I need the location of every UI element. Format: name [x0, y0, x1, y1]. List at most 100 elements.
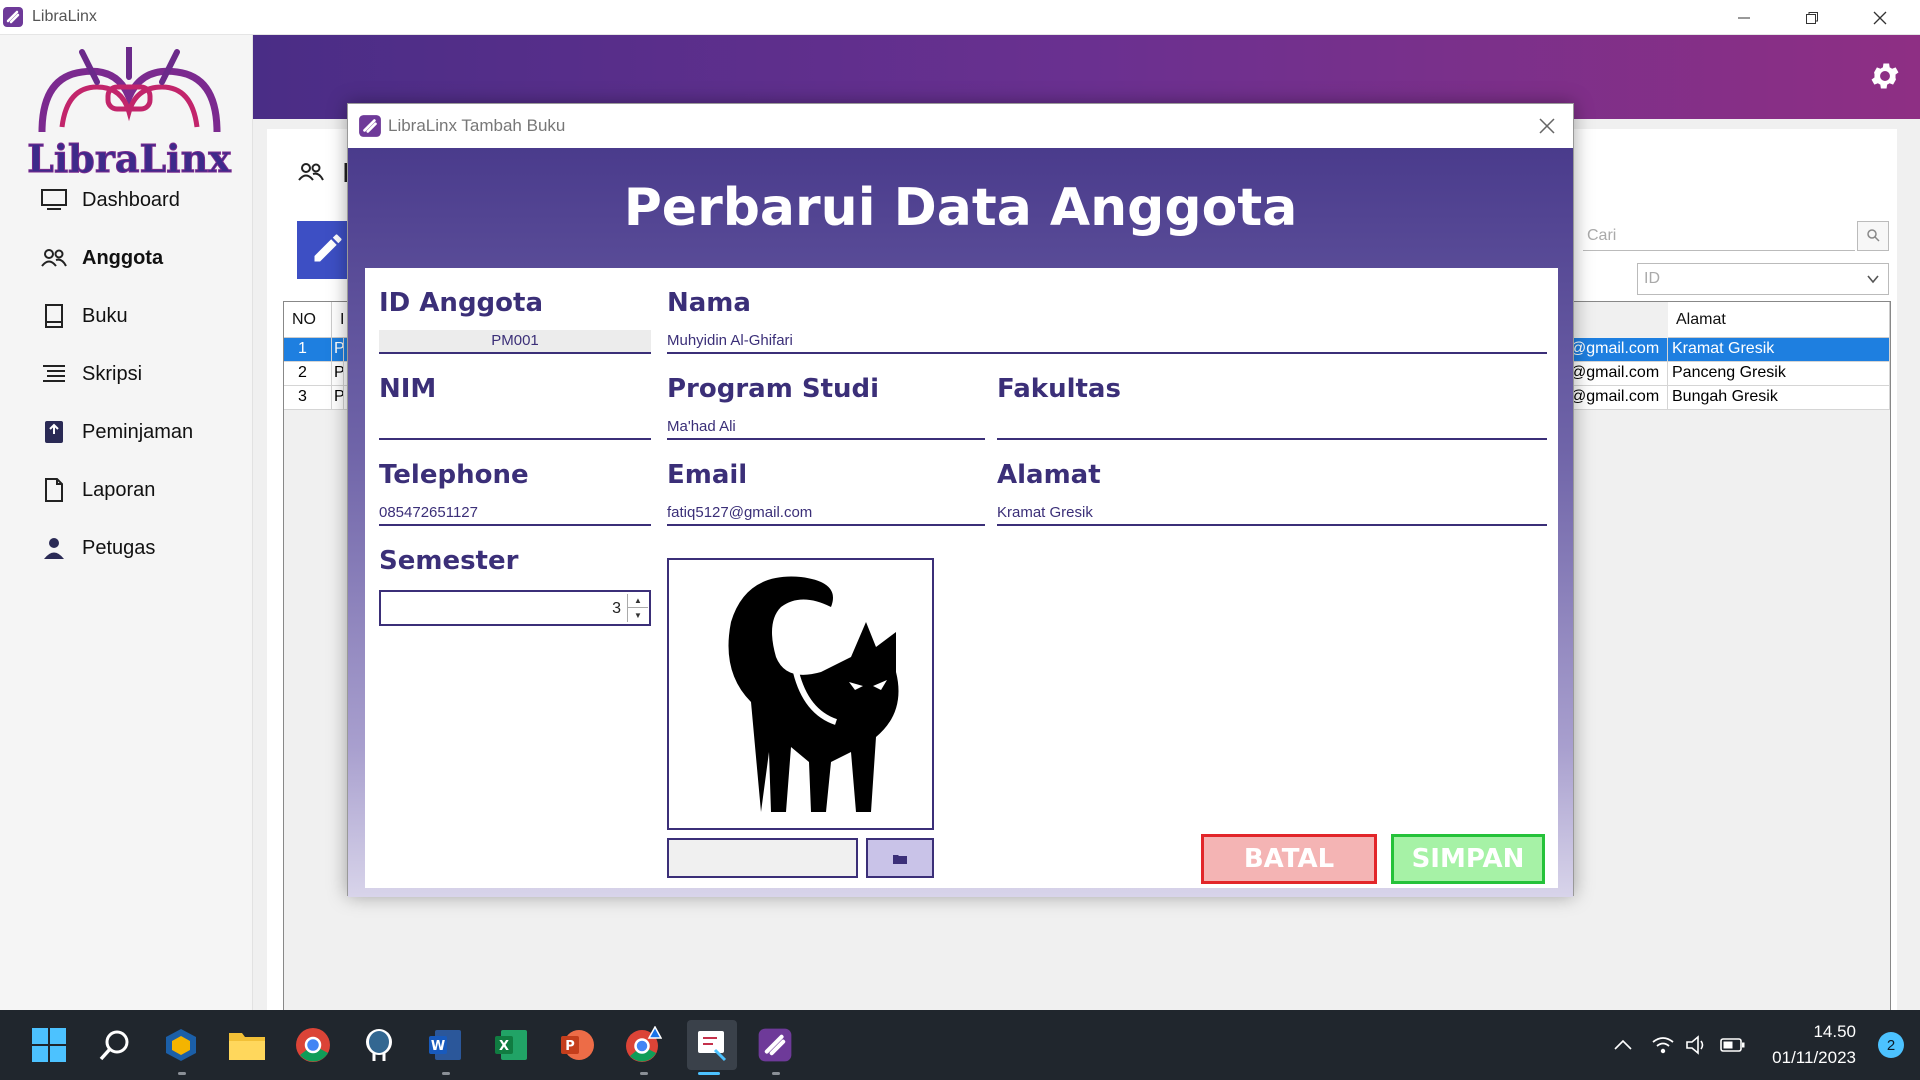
user-icon [40, 534, 68, 562]
chevron-up-icon[interactable] [1610, 1032, 1636, 1058]
word-icon[interactable]: W [423, 1023, 467, 1067]
telephone-field[interactable]: 085472651127 [379, 502, 651, 526]
search-button[interactable] [1857, 221, 1889, 251]
sidebar-item-dashboard[interactable]: Dashboard [40, 180, 180, 220]
svg-text:X: X [499, 1039, 509, 1054]
svg-text:P: P [565, 1039, 575, 1054]
postgresql-icon[interactable] [357, 1023, 401, 1067]
taskbar: W X P 14.50 01/11/2023 2 [0, 1010, 1920, 1080]
table-header-alamat[interactable]: Alamat [1668, 302, 1890, 338]
restore-button[interactable] [1778, 0, 1846, 35]
stepper-up-button[interactable]: ▲ [628, 594, 648, 608]
taskbar-running-indicator [178, 1072, 186, 1075]
cancel-button[interactable]: BATAL [1201, 834, 1377, 884]
nim-field[interactable] [379, 416, 651, 440]
monitor-icon [40, 186, 68, 214]
filter-select[interactable]: ID [1637, 263, 1889, 295]
semester-stepper[interactable]: 3 ▲ ▼ [379, 590, 651, 626]
table-cell-id: P [332, 362, 344, 386]
edit-member-dialog: LibraLinx Tambah Buku Perbarui Data Angg… [347, 103, 1574, 897]
nama-field[interactable]: Muhyidin Al-Ghifari [667, 330, 1547, 354]
sidebar-item-buku[interactable]: Buku [40, 296, 128, 336]
sidebar-item-petugas[interactable]: Petugas [40, 528, 155, 568]
sidebar-item-label: Buku [82, 304, 128, 327]
report-icon [40, 476, 68, 504]
sidebar-item-label: Petugas [82, 536, 156, 559]
sidebar-item-peminjaman[interactable]: Peminjaman [40, 412, 193, 452]
table-cell-no: 3 [284, 386, 332, 410]
libralinx-logo: LibraLinx [22, 44, 237, 182]
member-photo [667, 558, 934, 830]
search-input[interactable]: Cari [1583, 221, 1855, 251]
save-button[interactable]: SIMPAN [1391, 834, 1545, 884]
snipping-tool-icon[interactable] [687, 1020, 737, 1070]
black-cat-icon [691, 562, 911, 826]
libralinx-icon [358, 114, 382, 138]
libralinx-icon[interactable] [753, 1023, 797, 1067]
alamat-field[interactable]: Kramat Gresik [997, 502, 1547, 526]
semester-value: 3 [612, 600, 621, 617]
sidebar-item-skripsi[interactable]: Skripsi [40, 354, 142, 394]
label-email: Email [667, 460, 748, 490]
sidebar-item-anggota[interactable]: Anggota [40, 238, 163, 278]
sidebar-item-label: Anggota [82, 246, 164, 269]
search-icon[interactable] [93, 1023, 137, 1067]
book-icon [40, 302, 68, 330]
dialog-titlebar: LibraLinx Tambah Buku [348, 104, 1573, 148]
table-header-no[interactable]: NO [284, 302, 332, 338]
libralinx-icon [2, 6, 24, 28]
stepper-down-button[interactable]: ▼ [628, 608, 648, 622]
label-telephone: Telephone [379, 460, 529, 490]
program-studi-field[interactable]: Ma'had Ali [667, 416, 985, 440]
start-icon[interactable] [27, 1023, 71, 1067]
search-icon [1866, 227, 1880, 246]
taskbar-active-indicator [698, 1072, 720, 1075]
table-cell-alamat: Panceng Gresik [1668, 362, 1890, 386]
book-upload-icon [40, 418, 68, 446]
close-icon[interactable] [1535, 114, 1559, 138]
notification-badge[interactable]: 2 [1878, 1032, 1904, 1058]
sidebar-item-label: Peminjaman [82, 420, 194, 443]
label-alamat: Alamat [997, 460, 1101, 490]
label-semester: Semester [379, 546, 519, 576]
chrome-icon[interactable] [291, 1023, 335, 1067]
wifi-icon[interactable] [1650, 1032, 1676, 1058]
taskbar-running-indicator [640, 1072, 648, 1075]
file-explorer-icon[interactable] [225, 1023, 269, 1067]
svg-text:W: W [431, 1039, 445, 1054]
taskbar-running-indicator [772, 1072, 780, 1075]
label-fakultas: Fakultas [997, 374, 1121, 404]
sidebar-item-label: Dashboard [82, 188, 180, 211]
table-cell-id: P [332, 386, 344, 410]
sidebar-item-label: Laporan [82, 478, 156, 501]
virtualbox-icon[interactable] [159, 1023, 203, 1067]
logo-text: LibraLinx [27, 136, 231, 181]
volume-icon[interactable] [1684, 1032, 1710, 1058]
label-nim: NIM [379, 374, 437, 404]
battery-icon[interactable] [1720, 1032, 1746, 1058]
table-cell-no: 1 [284, 338, 332, 362]
minimize-button[interactable] [1710, 0, 1778, 35]
table-cell-email: @gmail.com [1566, 362, 1668, 386]
window-title: LibraLinx [32, 8, 97, 25]
gear-icon[interactable] [1868, 59, 1902, 93]
list-icon [40, 360, 68, 388]
browse-photo-button[interactable] [866, 838, 934, 878]
table-cell-no: 2 [284, 362, 332, 386]
clock-time[interactable]: 14.50 [1813, 1022, 1856, 1042]
excel-icon[interactable]: X [489, 1023, 533, 1067]
close-button[interactable] [1846, 0, 1914, 35]
sidebar-item-laporan[interactable]: Laporan [40, 470, 155, 510]
fakultas-field[interactable] [997, 416, 1547, 440]
window-titlebar: LibraLinx [0, 0, 1920, 35]
label-program-studi: Program Studi [667, 374, 880, 404]
chrome-canary-icon[interactable] [621, 1023, 665, 1067]
email-field[interactable]: fatiq5127@gmail.com [667, 502, 985, 526]
table-cell-alamat: Bungah Gresik [1668, 386, 1890, 410]
photo-path-field[interactable] [667, 838, 858, 878]
dialog-body: Perbarui Data Anggota ID Anggota PM001 N… [348, 148, 1573, 897]
powerpoint-icon[interactable]: P [555, 1023, 599, 1067]
table-cell-email: @gmail.com [1566, 338, 1668, 362]
label-id-anggota: ID Anggota [379, 288, 543, 318]
clock-date[interactable]: 01/11/2023 [1772, 1048, 1856, 1068]
